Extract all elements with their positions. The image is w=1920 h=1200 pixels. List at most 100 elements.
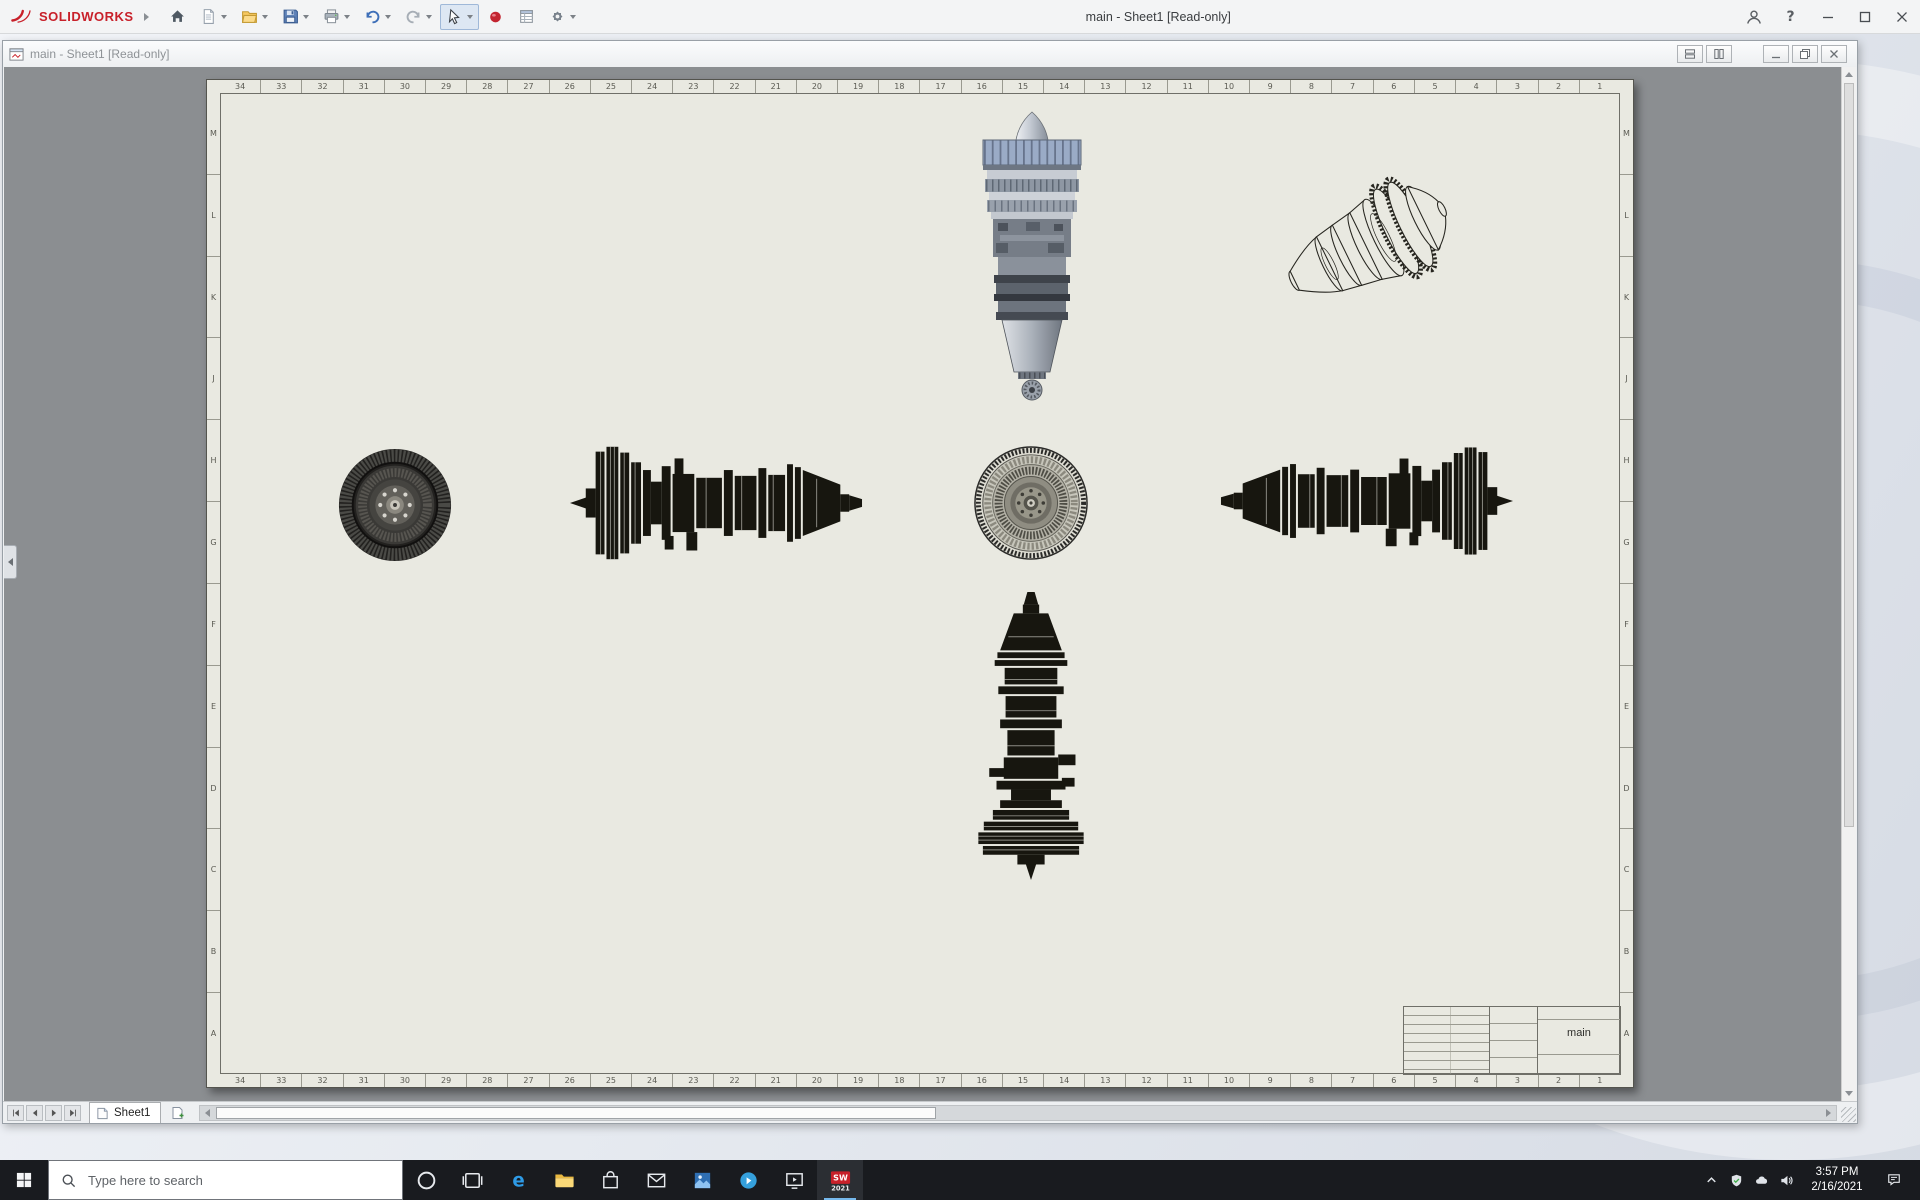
select-button[interactable] [439, 3, 479, 30]
doc-minimize-button[interactable] [1763, 45, 1789, 63]
taskbar-clock[interactable]: 3:57 PM 2/16/2021 [1799, 1165, 1875, 1195]
save-button[interactable] [276, 4, 315, 30]
tray-volume-button[interactable] [1774, 1160, 1799, 1200]
chevron-down-icon[interactable] [425, 14, 432, 19]
action-center-button[interactable] [1875, 1171, 1913, 1189]
scroll-down-button[interactable] [1842, 1086, 1856, 1101]
record-macro-button[interactable] [481, 4, 510, 30]
taskbar-store-button[interactable] [587, 1160, 633, 1200]
view-side-right[interactable] [1219, 441, 1515, 561]
sheet-zone-label: E [207, 666, 220, 748]
doc-close-button[interactable] [1821, 45, 1847, 63]
taskbar-task-view-button[interactable] [449, 1160, 495, 1200]
undo-button[interactable] [358, 4, 397, 30]
search-input[interactable] [86, 1171, 391, 1189]
system-tray: 3:57 PM 2/16/2021 [1699, 1160, 1920, 1200]
start-button[interactable] [0, 1160, 48, 1200]
previous-sheet-button[interactable] [26, 1104, 43, 1121]
tray-onedrive-button[interactable] [1749, 1160, 1774, 1200]
vertical-scroll-thumb[interactable] [1844, 83, 1854, 828]
tray-security-button[interactable] [1724, 1160, 1749, 1200]
chevron-down-icon[interactable] [384, 14, 391, 19]
minimize-button[interactable] [1809, 0, 1846, 34]
sheet-zone-column-right: MLKJHGFEDCB A [1620, 93, 1633, 1074]
chevron-down-icon[interactable] [569, 14, 576, 19]
sheet-zone-label: 21 [756, 80, 797, 93]
taskbar-photos-button[interactable] [679, 1160, 725, 1200]
featuremanager-collapsed-tab[interactable] [4, 545, 17, 579]
first-sheet-button[interactable] [7, 1104, 24, 1121]
sheet-zone-label: 12 [1126, 1074, 1168, 1087]
view-bottom[interactable] [971, 588, 1091, 884]
view-front[interactable] [972, 444, 1090, 562]
title-block-fields [1490, 1007, 1538, 1074]
close-button[interactable] [1883, 0, 1920, 34]
sheet-zone-label: 24 [632, 80, 674, 93]
chevron-down-icon[interactable] [343, 14, 350, 19]
file-properties-button[interactable] [512, 4, 541, 30]
chevron-down-icon[interactable] [302, 14, 309, 19]
tile-vertical-button[interactable] [1706, 45, 1732, 63]
taskbar-media-player-button[interactable] [725, 1160, 771, 1200]
drawing-name: main [1567, 1027, 1591, 1039]
sheet-zone-label: E [1620, 666, 1633, 748]
document-titlebar[interactable]: main - Sheet1 [Read-only] [3, 41, 1857, 67]
view-top-shaded[interactable] [970, 109, 1094, 409]
view-side-left[interactable] [568, 440, 864, 566]
help-button[interactable]: ? [1772, 0, 1809, 34]
arrow-down-icon [1845, 1091, 1853, 1096]
maximize-button[interactable] [1846, 0, 1883, 34]
next-sheet-button[interactable] [45, 1104, 62, 1121]
taskbar-mail-button[interactable] [633, 1160, 679, 1200]
tray-hidden-icons-button[interactable] [1699, 1160, 1724, 1200]
doc-restore-button[interactable] [1792, 45, 1818, 63]
print-button[interactable] [317, 4, 356, 30]
open-folder-icon [241, 8, 258, 25]
tile-horizontal-button[interactable] [1677, 45, 1703, 63]
taskbar-movies-tv-button[interactable] [771, 1160, 817, 1200]
last-sheet-button[interactable] [64, 1104, 81, 1121]
scroll-right-button[interactable] [1821, 1106, 1836, 1120]
new-document-button[interactable] [194, 4, 233, 30]
user-icon [1746, 9, 1761, 24]
home-button[interactable] [163, 4, 192, 30]
sheet-zone-label: 27 [508, 80, 550, 93]
sheet-zone-label: 18 [879, 80, 921, 93]
taskbar-edge-button[interactable]: e [495, 1160, 541, 1200]
taskbar-cortana-button[interactable] [403, 1160, 449, 1200]
title-block-name-cell: main [1537, 1007, 1620, 1074]
chevron-down-icon[interactable] [466, 14, 473, 19]
sheet-zone-label: 3 [1497, 1074, 1539, 1087]
vertical-scrollbar[interactable] [1841, 67, 1856, 1101]
sheet-zone-label: 16 [962, 80, 1003, 93]
window-resize-grip[interactable] [1841, 1107, 1856, 1122]
taskbar-search[interactable] [48, 1160, 403, 1200]
sheet-zone-label: 4 [1456, 1074, 1498, 1087]
taskbar-solidworks-button[interactable]: SW 2021 [817, 1160, 863, 1200]
view-isometric[interactable] [1246, 163, 1487, 329]
taskbar-file-explorer-button[interactable] [541, 1160, 587, 1200]
chevron-down-icon[interactable] [261, 14, 268, 19]
tile-vertical-icon [1714, 49, 1724, 59]
sheet-zone-label: 30 [385, 1074, 427, 1087]
sheet-tab-sheet1[interactable]: Sheet1 [89, 1102, 162, 1123]
open-button[interactable] [235, 4, 274, 30]
horizontal-scrollbar[interactable] [199, 1105, 1837, 1121]
add-sheet-button[interactable] [167, 1104, 189, 1121]
sheet-zone-label: 20 [797, 80, 839, 93]
scroll-left-button[interactable] [200, 1106, 215, 1120]
chevron-down-icon[interactable] [220, 14, 227, 19]
redo-button[interactable] [399, 4, 438, 30]
mail-icon [645, 1169, 668, 1192]
account-button[interactable] [1735, 0, 1772, 34]
drawing-sheet[interactable]: 34 33 32 31 30 29 28 27 26 25 24 23 22 21 20 19 18 17 16 15… [206, 79, 1634, 1088]
sheet-zone-label: 11 [1168, 1074, 1209, 1087]
scroll-up-button[interactable] [1842, 67, 1856, 82]
view-left-fan[interactable] [336, 446, 454, 564]
horizontal-scroll-thumb[interactable] [216, 1107, 936, 1119]
drawing-viewport[interactable]: 34 33 32 31 30 29 28 27 26 25 24 23 22 21 20 19 18 17 16 15… [4, 67, 1856, 1101]
document-window: main - Sheet1 [Read-only] 34 33 32 31 30… [2, 40, 1858, 1124]
arrow-up-icon [1845, 72, 1853, 77]
sheet-zone-label: 33 [261, 1074, 303, 1087]
options-button[interactable] [543, 4, 582, 30]
